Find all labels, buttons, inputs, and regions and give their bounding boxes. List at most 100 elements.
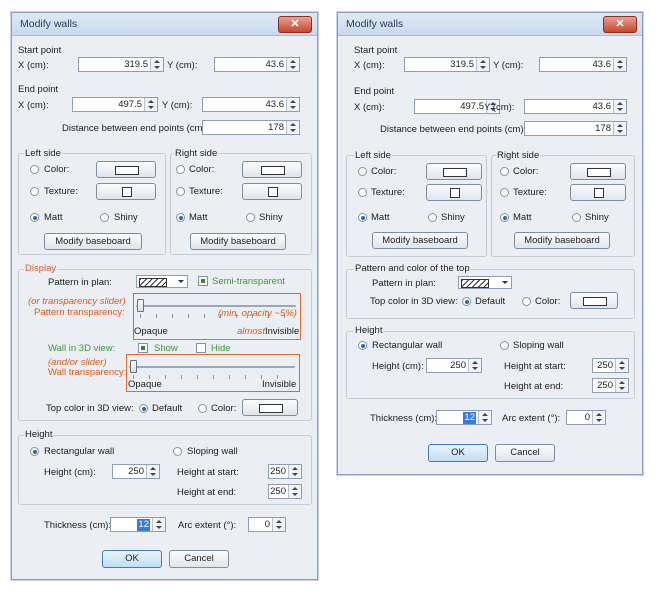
end-y-spinner[interactable] — [286, 98, 299, 111]
height-start-spinner[interactable] — [615, 359, 628, 372]
height-end-field[interactable]: 250 — [268, 484, 302, 499]
left-texture-button[interactable] — [96, 183, 156, 200]
left-matt-radio[interactable] — [358, 213, 367, 222]
top-color-radio[interactable] — [522, 297, 531, 306]
cancel-button[interactable]: Cancel — [495, 444, 555, 462]
start-y-field[interactable]: 43.6 — [214, 57, 300, 72]
height-start-field[interactable]: 250 — [268, 464, 302, 479]
end-y-field[interactable]: 43.6 — [524, 99, 627, 114]
arc-extent-field[interactable]: 0 — [566, 410, 606, 425]
sloping-wall-radio[interactable] — [500, 341, 509, 350]
top-color-button[interactable] — [242, 399, 298, 416]
right-matt-radio[interactable] — [500, 213, 509, 222]
end-x-field[interactable]: 497.5 — [72, 97, 158, 112]
start-x-field[interactable]: 319.5 — [404, 57, 490, 72]
rectangular-wall-radio[interactable] — [358, 341, 367, 350]
start-x-spinner[interactable] — [476, 58, 489, 71]
start-y-field[interactable]: 43.6 — [539, 57, 627, 72]
height-spinner[interactable] — [468, 359, 481, 372]
left-modify-baseboard-button[interactable]: Modify baseboard — [44, 233, 142, 250]
close-button[interactable]: ✕ — [603, 16, 637, 33]
distance-field[interactable]: 178 — [524, 121, 627, 136]
height-start-spinner[interactable] — [288, 465, 301, 478]
start-x-field[interactable]: 319.5 — [78, 57, 164, 72]
left-shiny-radio[interactable] — [428, 213, 437, 222]
left-color-label: Color: — [44, 164, 70, 175]
thickness-spinner[interactable] — [152, 518, 165, 531]
left-color-radio[interactable] — [30, 165, 39, 174]
start-y-spinner[interactable] — [286, 58, 299, 71]
top-default-radio[interactable] — [462, 297, 471, 306]
left-texture-radio[interactable] — [30, 187, 39, 196]
close-button[interactable]: ✕ — [278, 16, 312, 33]
height-spinner[interactable] — [146, 465, 159, 478]
height-field[interactable]: 250 — [112, 464, 160, 479]
semi-transparent-checkbox[interactable] — [198, 276, 208, 286]
right-color-button[interactable] — [242, 161, 302, 178]
thickness-field[interactable]: 12 — [110, 517, 166, 532]
right-color-radio[interactable] — [176, 165, 185, 174]
distance-field[interactable]: 178 — [202, 120, 300, 135]
left-texture-radio[interactable] — [358, 188, 367, 197]
top-default-radio[interactable] — [139, 404, 148, 413]
left-modify-baseboard-button[interactable]: Modify baseboard — [372, 232, 468, 249]
right-color-button[interactable] — [570, 163, 626, 180]
rectangular-wall-radio[interactable] — [30, 447, 39, 456]
arc-extent-field[interactable]: 0 — [248, 517, 286, 532]
top-color-button[interactable] — [570, 292, 618, 309]
semi-transparent-label: Semi-transparent — [212, 276, 285, 287]
distance-spinner[interactable] — [286, 121, 299, 134]
right-texture-button[interactable] — [242, 183, 302, 200]
right-texture-radio[interactable] — [500, 188, 509, 197]
left-matt-radio[interactable] — [30, 213, 39, 222]
opaque-label: Opaque — [134, 326, 168, 337]
right-modify-baseboard-button[interactable]: Modify baseboard — [190, 233, 286, 250]
height-start-field[interactable]: 250 — [592, 358, 629, 373]
left-texture-button[interactable] — [426, 184, 482, 201]
top-color-label: Top color in 3D view: — [370, 296, 458, 307]
height-cm-label: Height (cm): — [372, 361, 424, 372]
show-checkbox[interactable] — [138, 343, 148, 353]
wall-3d-label: Wall in 3D view: — [48, 343, 116, 354]
right-matt-radio[interactable] — [176, 213, 185, 222]
right-shiny-radio[interactable] — [246, 213, 255, 222]
start-y-spinner[interactable] — [613, 58, 626, 71]
ok-button[interactable]: OK — [428, 444, 488, 462]
end-x-spinner[interactable] — [144, 98, 157, 111]
ok-button[interactable]: OK — [102, 550, 162, 568]
end-y-spinner[interactable] — [613, 100, 626, 113]
left-color-radio[interactable] — [358, 167, 367, 176]
right-texture-button[interactable] — [570, 184, 626, 201]
right-modify-baseboard-button[interactable]: Modify baseboard — [514, 232, 610, 249]
sloping-wall-radio[interactable] — [173, 447, 182, 456]
right-texture-radio[interactable] — [176, 187, 185, 196]
slider-thumb[interactable] — [130, 360, 137, 373]
left-side-label: Left side — [354, 150, 392, 162]
end-y-field[interactable]: 43.6 — [202, 97, 300, 112]
distance-spinner[interactable] — [613, 122, 626, 135]
height-end-spinner[interactable] — [615, 379, 628, 392]
top-color-radio[interactable] — [198, 404, 207, 413]
slider-thumb[interactable] — [137, 299, 144, 312]
start-x-spinner[interactable] — [150, 58, 163, 71]
right-color-radio[interactable] — [500, 167, 509, 176]
cancel-button[interactable]: Cancel — [169, 550, 229, 568]
right-shiny-radio[interactable] — [572, 213, 581, 222]
height-label: Height — [24, 429, 54, 441]
thickness-spinner[interactable] — [478, 411, 491, 424]
height-end-field[interactable]: 250 — [592, 378, 629, 393]
left-side-label: Left side — [24, 148, 62, 160]
left-color-button[interactable] — [96, 161, 156, 178]
pattern-combo[interactable] — [136, 275, 188, 288]
arc-extent-spinner[interactable] — [272, 518, 285, 531]
pattern-combo[interactable] — [458, 276, 512, 289]
left-color-button[interactable] — [426, 163, 482, 180]
right-shiny-label: Shiny — [259, 212, 283, 223]
height-field[interactable]: 250 — [426, 358, 482, 373]
thickness-field[interactable]: 12 — [436, 410, 492, 425]
height-end-spinner[interactable] — [288, 485, 301, 498]
top-color-label: Top color in 3D view: — [46, 403, 134, 414]
arc-extent-spinner[interactable] — [592, 411, 605, 424]
left-shiny-radio[interactable] — [100, 213, 109, 222]
hide-checkbox[interactable] — [196, 343, 206, 353]
